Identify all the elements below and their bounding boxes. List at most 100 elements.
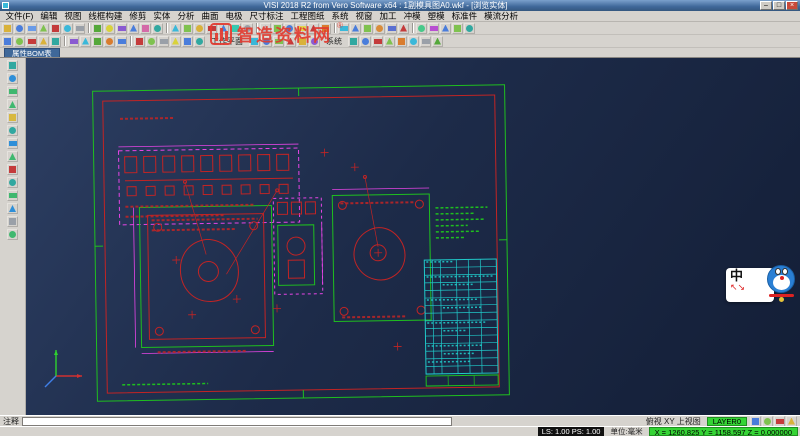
- toolbar-icon[interactable]: [464, 23, 475, 34]
- toolbar-icon[interactable]: [338, 23, 349, 34]
- toolbar-icon[interactable]: [432, 36, 443, 47]
- minimize-button[interactable]: –: [760, 1, 772, 10]
- menu-item[interactable]: 文件(F): [2, 11, 37, 22]
- toolbar-icon[interactable]: [206, 23, 217, 34]
- toolbar-icon[interactable]: [242, 23, 253, 34]
- maximize-button[interactable]: □: [773, 1, 785, 10]
- menu-item[interactable]: 塑模: [424, 11, 448, 22]
- menu-item[interactable]: 实体: [150, 11, 174, 22]
- menu-item[interactable]: 曲面: [198, 11, 222, 22]
- menu-item[interactable]: 修剪: [126, 11, 150, 22]
- side-toolbar-icon[interactable]: [7, 86, 18, 97]
- toolbar-icon[interactable]: [14, 36, 25, 47]
- toolbar-icon[interactable]: [194, 36, 205, 47]
- menu-item[interactable]: 标准件: [448, 11, 481, 22]
- menu-item[interactable]: 电极: [222, 11, 246, 22]
- side-toolbar-icon[interactable]: [7, 60, 18, 71]
- toolbar-icon[interactable]: [297, 36, 308, 47]
- menu-item[interactable]: 尺寸标注: [246, 11, 287, 22]
- active-layer-badge[interactable]: LAYER0: [707, 417, 747, 426]
- toolbar-icon[interactable]: [416, 23, 427, 34]
- toolbar-icon[interactable]: [218, 23, 229, 34]
- toolbar-icon[interactable]: [104, 36, 115, 47]
- toolbar-icon[interactable]: [230, 23, 241, 34]
- toolbar-icon[interactable]: [284, 23, 295, 34]
- toolbar-icon[interactable]: [374, 23, 385, 34]
- toolbar-icon[interactable]: [260, 23, 271, 34]
- menu-item[interactable]: 编辑: [37, 11, 61, 22]
- side-toolbar-icon[interactable]: [7, 190, 18, 201]
- menu-item[interactable]: 视图: [61, 11, 85, 22]
- menu-item[interactable]: 工程图纸: [287, 11, 328, 22]
- toolbar-icon[interactable]: [272, 23, 283, 34]
- toolbar-icon[interactable]: [116, 36, 127, 47]
- toolbar-icon[interactable]: [158, 36, 169, 47]
- toolbar-icon[interactable]: [104, 23, 115, 34]
- toolbar-icon[interactable]: [116, 23, 127, 34]
- toolbar-icon[interactable]: [26, 23, 37, 34]
- toolbar-icon[interactable]: [194, 23, 205, 34]
- toolbar-icon[interactable]: [134, 36, 145, 47]
- toolbar-icon[interactable]: [182, 36, 193, 47]
- toolbar-icon[interactable]: [140, 23, 151, 34]
- toolbar-icon[interactable]: [428, 23, 439, 34]
- toolbar-icon[interactable]: [396, 36, 407, 47]
- toolbar-icon[interactable]: [182, 23, 193, 34]
- toolbar-icon[interactable]: [320, 23, 331, 34]
- toolbar-icon[interactable]: [92, 23, 103, 34]
- menu-item[interactable]: 冲模: [400, 11, 424, 22]
- toolbar-icon[interactable]: [2, 23, 13, 34]
- side-toolbar-icon[interactable]: [7, 203, 18, 214]
- toolbar-icon[interactable]: [128, 23, 139, 34]
- status-icon[interactable]: [774, 416, 785, 427]
- menu-item[interactable]: 模流分析: [481, 11, 522, 22]
- side-toolbar-icon[interactable]: [7, 151, 18, 162]
- toolbar-icon[interactable]: [249, 36, 260, 47]
- toolbar-icon[interactable]: [38, 23, 49, 34]
- toolbar-icon[interactable]: [350, 23, 361, 34]
- toolbar-icon[interactable]: [50, 36, 61, 47]
- toolbar-icon[interactable]: [386, 23, 397, 34]
- toolbar-icon[interactable]: [372, 36, 383, 47]
- toolbar-icon[interactable]: [285, 36, 296, 47]
- close-button[interactable]: ×: [786, 1, 798, 10]
- toolbar-icon[interactable]: [296, 23, 307, 34]
- toolbar-icon[interactable]: [440, 23, 451, 34]
- side-toolbar-icon[interactable]: [7, 177, 18, 188]
- toolbar-icon[interactable]: [80, 36, 91, 47]
- menu-item[interactable]: 线框构建: [85, 11, 126, 22]
- toolbar-icon[interactable]: [452, 23, 463, 34]
- command-input[interactable]: [22, 417, 452, 426]
- toolbar-icon[interactable]: [309, 36, 320, 47]
- toolbar-icon[interactable]: [14, 23, 25, 34]
- toolbar-icon[interactable]: [360, 36, 371, 47]
- toolbar-icon[interactable]: [398, 23, 409, 34]
- side-toolbar-icon[interactable]: [7, 229, 18, 240]
- toolbar-icon[interactable]: [362, 23, 373, 34]
- side-toolbar-icon[interactable]: [7, 73, 18, 84]
- status-icon[interactable]: [762, 416, 773, 427]
- toolbar-icon[interactable]: [384, 36, 395, 47]
- toolbar-icon[interactable]: [68, 36, 79, 47]
- toolbar-icon[interactable]: [146, 36, 157, 47]
- side-toolbar-icon[interactable]: [7, 99, 18, 110]
- toolbar-icon[interactable]: [261, 36, 272, 47]
- toolbar-icon[interactable]: [308, 23, 319, 34]
- side-toolbar-icon[interactable]: [7, 125, 18, 136]
- toolbar-icon[interactable]: [152, 23, 163, 34]
- toolbar-icon[interactable]: [62, 23, 73, 34]
- toolbar-icon[interactable]: [2, 36, 13, 47]
- menu-item[interactable]: 加工: [376, 11, 400, 22]
- menu-item[interactable]: 系统: [328, 11, 352, 22]
- status-icon[interactable]: [750, 416, 761, 427]
- side-toolbar-icon[interactable]: [7, 164, 18, 175]
- toolbar-icon[interactable]: [26, 36, 37, 47]
- toolbar-icon[interactable]: [170, 36, 181, 47]
- toolbar-icon[interactable]: [50, 23, 61, 34]
- toolbar-icon[interactable]: [273, 36, 284, 47]
- menu-item[interactable]: 分析: [174, 11, 198, 22]
- toolbar-icon[interactable]: [38, 36, 49, 47]
- toolbar-icon[interactable]: [74, 23, 85, 34]
- side-toolbar-icon[interactable]: [7, 216, 18, 227]
- toolbar-icon[interactable]: [170, 23, 181, 34]
